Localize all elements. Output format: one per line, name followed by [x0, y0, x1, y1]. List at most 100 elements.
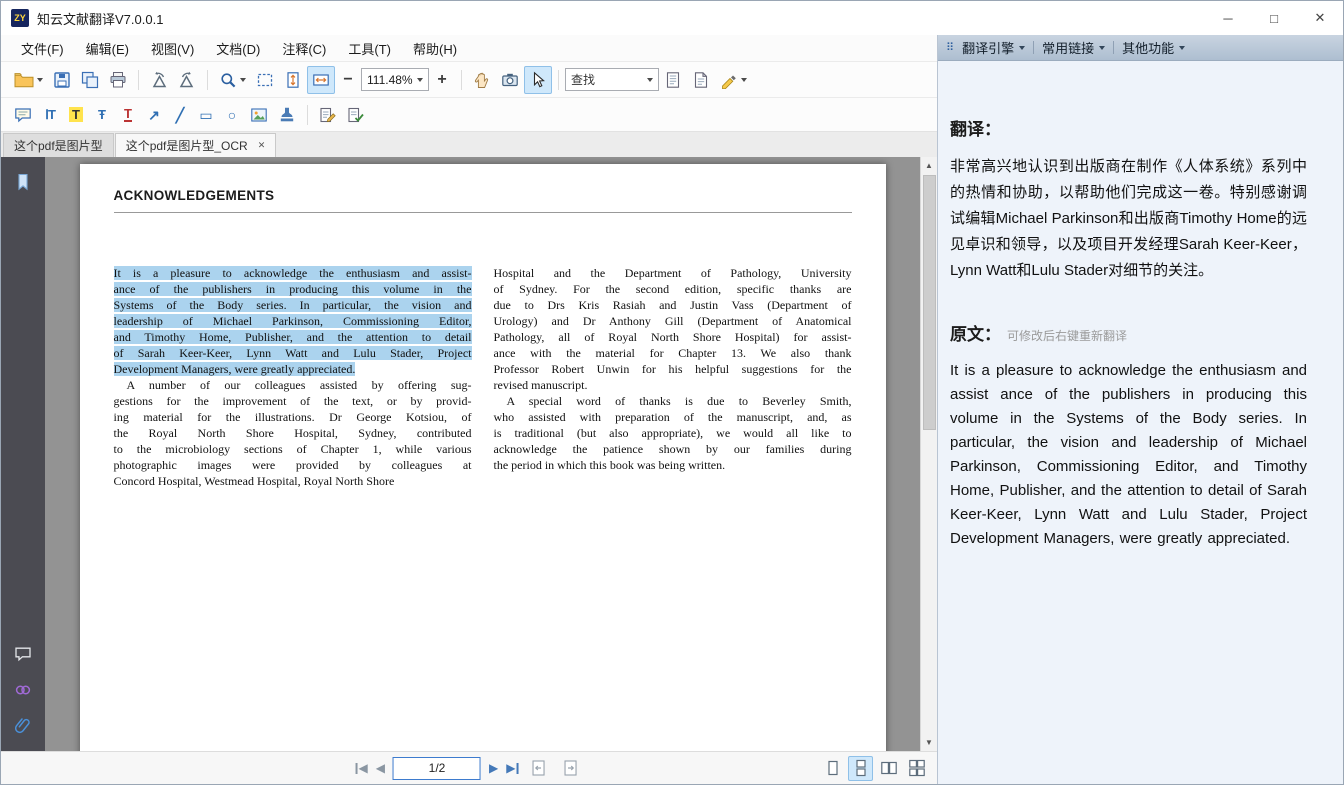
ellipse-icon: ○ — [227, 106, 237, 123]
marquee-zoom-button[interactable] — [251, 66, 279, 94]
bookmarks-button[interactable] — [8, 167, 38, 197]
menu-view[interactable]: 视图(V) — [141, 36, 204, 61]
next-page-button[interactable]: ▶ — [489, 761, 498, 775]
window-controls: ─ □ ✕ — [1205, 1, 1343, 35]
highlighter-menu-button[interactable] — [715, 66, 752, 94]
search-input[interactable] — [571, 72, 633, 87]
caret-down-icon — [1179, 45, 1186, 50]
first-page-button[interactable]: ◀ — [355, 761, 368, 775]
open-button[interactable] — [9, 66, 48, 94]
sign-verify-button[interactable] — [342, 101, 370, 129]
menu-document[interactable]: 文档(D) — [206, 36, 270, 61]
menu-other-functions[interactable]: 其他功能 — [1120, 38, 1187, 57]
pdf-text-line: A number of our colleagues assisted by o… — [126, 378, 472, 392]
pdf-text-line: acknowledge the patience shown by our fa… — [493, 442, 852, 456]
next-view-button[interactable] — [558, 756, 582, 780]
caret-down-icon — [240, 77, 246, 82]
typewriter-button[interactable]: ⅠT — [37, 101, 63, 129]
pdf-text-line: Urology) and Dr Anthony Gill (Department… — [493, 314, 852, 328]
sticky-note-button[interactable] — [9, 101, 37, 129]
caret-down-icon — [37, 77, 43, 82]
app-logo-icon: ZY — [11, 9, 29, 27]
select-tool-button[interactable] — [524, 65, 552, 94]
caret-down-icon — [417, 77, 423, 82]
menu-edit[interactable]: 编辑(E) — [76, 36, 139, 61]
menu-translation-engine[interactable]: 翻译引擎 — [960, 38, 1027, 57]
search-results-button[interactable] — [659, 66, 687, 94]
pdf-selected-paragraph[interactable]: It is a pleasure to acknowledge the enth… — [113, 265, 472, 377]
tab-original-pdf[interactable]: 这个pdf是图片型 — [3, 133, 114, 157]
vertical-scrollbar[interactable]: ▲ ▼ — [920, 157, 937, 751]
signature-button[interactable] — [314, 101, 342, 129]
snapshot-button[interactable] — [496, 66, 524, 94]
rectangle-button[interactable]: ▭ — [193, 101, 219, 129]
previous-view-button[interactable] — [526, 756, 550, 780]
menu-label: 其他功能 — [1122, 41, 1175, 56]
underline-text-button[interactable]: T — [115, 101, 141, 129]
link-rings-icon — [14, 681, 32, 699]
previous-page-button[interactable]: ◀ — [376, 761, 385, 775]
highlight-text-button[interactable]: T — [63, 101, 89, 129]
print-button[interactable] — [104, 66, 132, 94]
page-number-input[interactable]: 1/2 — [393, 756, 481, 780]
pdf-text-line: revised manuscript. — [493, 378, 588, 392]
search-combobox[interactable] — [565, 68, 659, 91]
menu-file[interactable]: 文件(F) — [11, 36, 74, 61]
pdf-text-line: is traditional (but also appropriate), w… — [493, 426, 852, 440]
stamp-button[interactable] — [273, 101, 301, 129]
save-all-icon — [81, 71, 99, 89]
magnifier-icon — [219, 71, 237, 89]
single-page-layout-button[interactable] — [820, 756, 845, 781]
comments-button[interactable] — [8, 639, 38, 669]
image-stamp-button[interactable] — [245, 101, 273, 129]
attachments-button[interactable] — [8, 711, 38, 741]
scroll-down-icon[interactable]: ▼ — [921, 734, 937, 751]
two-page-continuous-button[interactable] — [904, 756, 929, 781]
rotate-left-button[interactable] — [145, 66, 173, 94]
two-page-layout-button[interactable] — [876, 756, 901, 781]
fit-width-button[interactable] — [307, 65, 335, 94]
scroll-up-icon[interactable]: ▲ — [921, 157, 937, 174]
marquee-zoom-icon — [256, 71, 274, 89]
typewriter-icon: ⅠT — [45, 107, 56, 122]
save-all-button[interactable] — [76, 66, 104, 94]
arrow-button[interactable]: ↗ — [141, 101, 167, 129]
pdf-columns: It is a pleasure to acknowledge the enth… — [113, 265, 852, 489]
ocr-text-button[interactable] — [687, 66, 715, 94]
original-text[interactable]: It is a pleasure to acknowledge the enth… — [950, 359, 1307, 551]
strikeout-text-button[interactable]: Ŧ — [89, 101, 115, 129]
menu-tools[interactable]: 工具(T) — [338, 36, 401, 61]
translation-text[interactable]: 非常高兴地认识到出版商在制作《人体系统》系列中的热情和协助，以帮助他们完成这一卷… — [950, 154, 1307, 284]
zoom-tool-button[interactable] — [214, 66, 251, 94]
menu-common-links[interactable]: 常用链接 — [1040, 38, 1107, 57]
fit-height-button[interactable] — [279, 66, 307, 94]
previous-view-icon — [529, 759, 547, 777]
maximize-button[interactable]: □ — [1251, 1, 1297, 35]
last-page-button[interactable]: ▶ — [506, 761, 519, 775]
pdf-text-line: It is a pleasure to acknowledge the enth… — [113, 266, 472, 280]
rotate-right-button[interactable] — [173, 66, 201, 94]
continuous-layout-button[interactable] — [848, 755, 873, 781]
menu-annotation[interactable]: 注释(C) — [272, 36, 336, 61]
pdf-text-line: ance with the material for Chapter 13. W… — [493, 346, 852, 360]
minimize-button[interactable]: ─ — [1205, 1, 1251, 35]
ellipse-button[interactable]: ○ — [219, 101, 245, 129]
save-button[interactable] — [48, 66, 76, 94]
scrollbar-thumb[interactable] — [922, 175, 936, 430]
close-button[interactable]: ✕ — [1297, 1, 1343, 35]
links-button[interactable] — [8, 675, 38, 705]
zoom-level-select[interactable]: 111.48% — [361, 68, 429, 91]
zoom-out-icon: − — [343, 70, 353, 88]
pdf-viewport[interactable]: ACKNOWLEDGEMENTS It is a pleasure to ack… — [45, 157, 920, 751]
line-button[interactable]: ╱ — [167, 101, 193, 129]
original-heading-row: 原文： 可修改后右键重新翻译 — [950, 320, 1307, 345]
zoom-in-icon: + — [437, 70, 447, 88]
zoom-in-button[interactable]: + — [429, 66, 455, 94]
tab-ocr-pdf[interactable]: 这个pdf是图片型_OCR ✕ — [114, 133, 277, 157]
toolbar-separator — [307, 104, 308, 125]
menu-help[interactable]: 帮助(H) — [403, 36, 467, 61]
tab-close-icon[interactable]: ✕ — [258, 140, 266, 151]
hand-tool-button[interactable] — [468, 66, 496, 94]
zoom-out-button[interactable]: − — [335, 66, 361, 94]
pdf-text-line: the period in which this book was being … — [493, 458, 726, 472]
